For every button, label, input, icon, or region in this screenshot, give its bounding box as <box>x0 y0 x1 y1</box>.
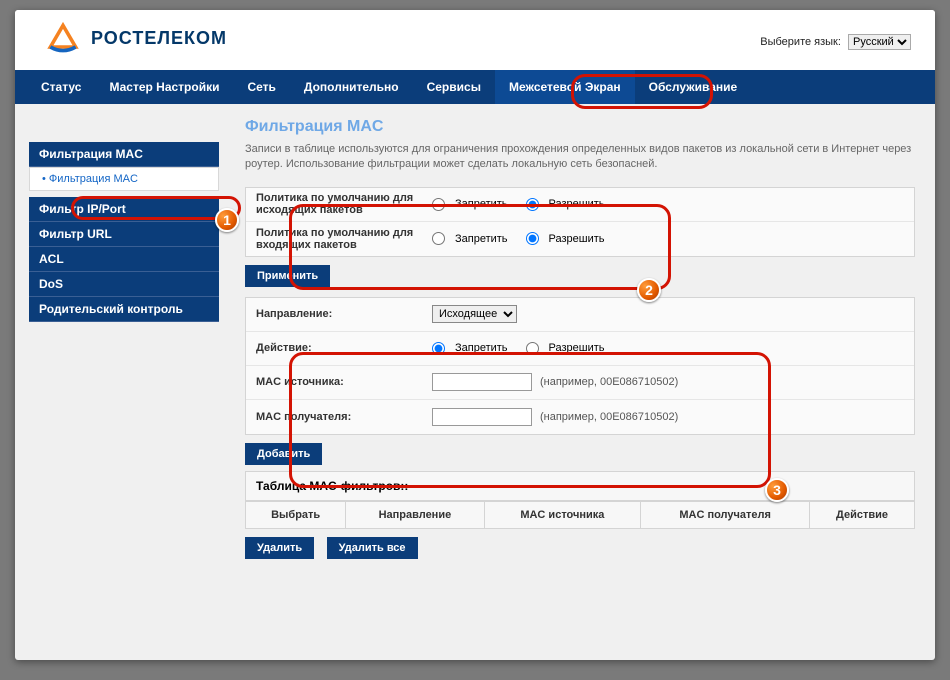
policy-out-deny-radio[interactable] <box>432 198 445 211</box>
allow-label: Разрешить <box>549 342 605 354</box>
col-direction: Направление <box>346 501 484 528</box>
nav-maintenance[interactable]: Обслуживание <box>635 70 752 104</box>
allow-label: Разрешить <box>549 233 605 245</box>
annotation-badge-3: 3 <box>765 478 789 502</box>
apply-button[interactable]: Применить <box>245 265 330 287</box>
nav-status[interactable]: Статус <box>27 70 95 104</box>
table-title: Таблица MAC-фильтров:: <box>245 471 915 501</box>
action-allow-radio[interactable] <box>526 342 539 355</box>
action-deny-radio[interactable] <box>432 342 445 355</box>
direction-select[interactable]: Исходящее <box>432 305 517 323</box>
language-select[interactable]: Русский <box>848 34 911 50</box>
policy-panel: Политика по умолчанию для исходящих паке… <box>245 187 915 257</box>
policy-out-label: Политика по умолчанию для исходящих паке… <box>246 188 426 220</box>
main-nav: Статус Мастер Настройки Сеть Дополнитель… <box>15 70 935 104</box>
deny-label: Запретить <box>455 198 508 210</box>
allow-label: Разрешить <box>549 198 605 210</box>
mac-src-label: MAC источника: <box>246 372 426 392</box>
sidebar-dos[interactable]: DoS <box>29 272 219 297</box>
policy-out-allow-radio[interactable] <box>526 198 539 211</box>
rostelecom-icon <box>45 20 81 56</box>
add-button[interactable]: Добавить <box>245 443 322 465</box>
nav-network[interactable]: Сеть <box>233 70 289 104</box>
delete-all-button[interactable]: Удалить все <box>327 537 418 559</box>
annotation-badge-2: 2 <box>637 278 661 302</box>
sidebar-mac-filtering-sub[interactable]: Фильтрация MAC <box>29 167 219 191</box>
sidebar-url-filter[interactable]: Фильтр URL <box>29 222 219 247</box>
mac-src-input[interactable] <box>432 373 532 391</box>
nav-services[interactable]: Сервисы <box>413 70 495 104</box>
deny-label: Запретить <box>455 342 508 354</box>
mac-dst-hint: (например, 00E086710502) <box>540 411 678 423</box>
language-label: Выберите язык: <box>760 36 841 48</box>
col-mac-dst: MAC получателя <box>641 501 810 528</box>
policy-in-allow-radio[interactable] <box>526 232 539 245</box>
mac-filter-table: Выбрать Направление MAC источника MAC по… <box>245 501 915 529</box>
col-mac-src: MAC источника <box>484 501 641 528</box>
rule-panel: Направление: Исходящее Действие: Запрети… <box>245 297 915 435</box>
page-description: Записи в таблице используются для ограни… <box>245 142 915 173</box>
col-action: Действие <box>810 501 915 528</box>
annotation-badge-1: 1 <box>215 208 239 232</box>
mac-dst-label: MAC получателя: <box>246 407 426 427</box>
policy-in-label: Политика по умолчанию для входящих пакет… <box>246 223 426 255</box>
brand-text: РОСТЕЛЕКОМ <box>91 28 227 49</box>
nav-advanced[interactable]: Дополнительно <box>290 70 413 104</box>
page-title: Фильтрация MAC <box>245 118 915 136</box>
sidebar-mac-filtering[interactable]: Фильтрация MAC <box>29 142 219 167</box>
nav-wizard[interactable]: Мастер Настройки <box>95 70 233 104</box>
direction-label: Направление: <box>246 304 426 324</box>
sidebar: Фильтрация MAC Фильтрация MAC Фильтр IP/… <box>29 118 219 559</box>
mac-src-hint: (например, 00E086710502) <box>540 376 678 388</box>
action-label: Действие: <box>246 338 426 358</box>
nav-firewall[interactable]: Межсетевой Экран <box>495 70 635 104</box>
sidebar-acl[interactable]: ACL <box>29 247 219 272</box>
mac-dst-input[interactable] <box>432 408 532 426</box>
deny-label: Запретить <box>455 233 508 245</box>
col-select: Выбрать <box>246 501 346 528</box>
policy-in-deny-radio[interactable] <box>432 232 445 245</box>
sidebar-parental[interactable]: Родительский контроль <box>29 297 219 322</box>
delete-button[interactable]: Удалить <box>245 537 314 559</box>
language-selector-area: Выберите язык: Русский <box>760 34 911 50</box>
sidebar-ip-port-filter[interactable]: Фильтр IP/Port <box>29 197 219 222</box>
